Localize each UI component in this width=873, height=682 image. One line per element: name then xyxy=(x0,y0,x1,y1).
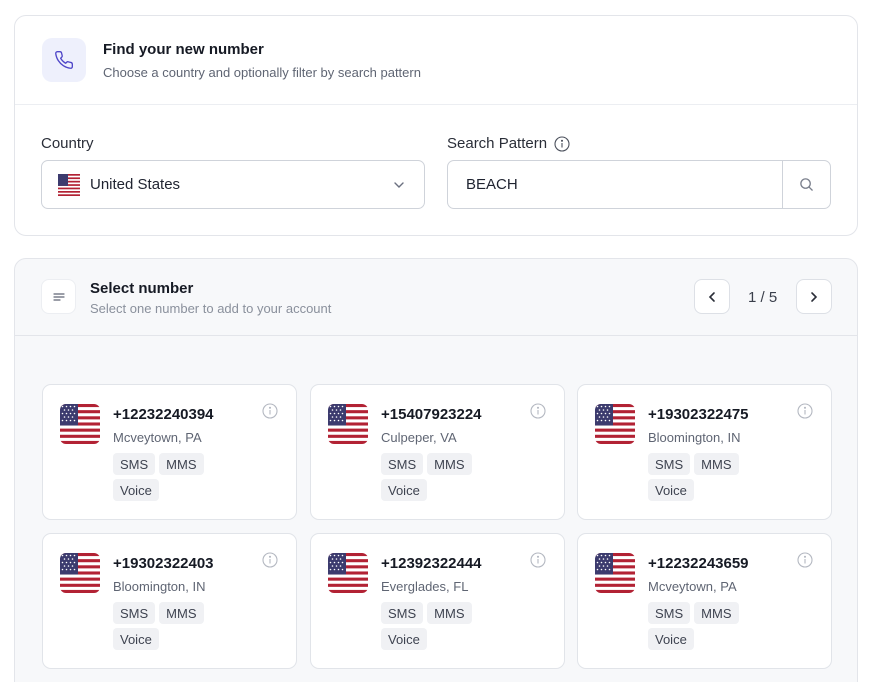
search-pattern-field xyxy=(447,160,831,209)
us-flag-icon xyxy=(60,553,100,593)
capability-tag: MMS xyxy=(427,453,472,475)
capability-tag: SMS xyxy=(648,602,691,624)
capability-tags: SMS MMS Voice xyxy=(113,453,243,501)
capability-tag: Voice xyxy=(648,479,694,501)
capability-tag: SMS xyxy=(113,453,156,475)
phone-number: +19302322475 xyxy=(648,406,749,423)
country-label-text: Country xyxy=(41,135,94,152)
phone-number: +12392322444 xyxy=(381,555,482,572)
number-card[interactable]: +15407923224 Culpeper, VA SMS MMS Voice xyxy=(310,384,565,520)
capability-tag: Voice xyxy=(113,479,159,501)
number-location: Bloomington, IN xyxy=(648,430,741,445)
select-number-card: Select number Select one number to add t… xyxy=(14,258,858,682)
list-icon xyxy=(41,279,76,314)
phone-number: +19302322403 xyxy=(113,555,214,572)
next-page-button[interactable] xyxy=(796,279,832,314)
number-location: Mcveytown, PA xyxy=(648,579,737,594)
number-card[interactable]: +19302322403 Bloomington, IN SMS MMS Voice xyxy=(42,533,297,669)
number-card[interactable]: +12232240394 Mcveytown, PA SMS MMS Voice xyxy=(42,384,297,520)
capability-tags: SMS MMS Voice xyxy=(113,602,243,650)
capability-tag: MMS xyxy=(694,602,739,624)
us-flag-icon xyxy=(328,404,368,444)
capability-tag: SMS xyxy=(381,453,424,475)
us-flag-icon xyxy=(60,404,100,444)
info-icon[interactable] xyxy=(530,552,546,573)
us-flag-icon xyxy=(58,173,80,196)
capability-tag: MMS xyxy=(427,602,472,624)
search-icon xyxy=(800,178,813,191)
phone-icon xyxy=(42,38,86,82)
us-flag-icon xyxy=(595,404,635,444)
capability-tags: SMS MMS Voice xyxy=(648,602,778,650)
chevron-left-icon xyxy=(708,291,715,302)
find-number-title: Find your new number xyxy=(103,41,264,58)
capability-tag: SMS xyxy=(113,602,156,624)
number-location: Everglades, FL xyxy=(381,579,469,594)
country-select-value: United States xyxy=(90,176,181,193)
number-card[interactable]: +12232243659 Mcveytown, PA SMS MMS Voice xyxy=(577,533,832,669)
capability-tags: SMS MMS Voice xyxy=(381,602,511,650)
us-flag-icon xyxy=(595,553,635,593)
capability-tags: SMS MMS Voice xyxy=(381,453,511,501)
search-pattern-label-text: Search Pattern xyxy=(447,135,548,152)
capability-tag: SMS xyxy=(381,602,424,624)
chevron-right-icon xyxy=(811,291,818,302)
info-icon[interactable] xyxy=(530,403,546,424)
info-icon[interactable] xyxy=(554,135,570,152)
info-icon[interactable] xyxy=(262,552,278,573)
previous-page-button[interactable] xyxy=(694,279,730,314)
capability-tag: Voice xyxy=(381,479,427,501)
capability-tag: MMS xyxy=(159,602,204,624)
phone-number: +12232240394 xyxy=(113,406,214,423)
number-card[interactable]: +19302322475 Bloomington, IN SMS MMS Voice xyxy=(577,384,832,520)
find-number-header: Find your new number Choose a country an… xyxy=(15,16,857,105)
pagination-indicator: 1 / 5 xyxy=(748,289,778,306)
search-button[interactable] xyxy=(782,161,830,208)
capability-tag: Voice xyxy=(648,628,694,650)
select-number-title: Select number xyxy=(90,280,194,297)
select-number-subtitle: Select one number to add to your account xyxy=(90,301,332,316)
number-location: Mcveytown, PA xyxy=(113,430,202,445)
search-pattern-label: Search Pattern xyxy=(447,135,570,152)
number-card[interactable]: +12392322444 Everglades, FL SMS MMS Voice xyxy=(310,533,565,669)
us-flag-icon xyxy=(328,553,368,593)
capability-tags: SMS MMS Voice xyxy=(648,453,778,501)
capability-tag: SMS xyxy=(648,453,691,475)
country-select[interactable]: United States xyxy=(41,160,425,209)
select-number-header: Select number Select one number to add t… xyxy=(15,259,857,336)
chevron-down-icon xyxy=(394,182,404,188)
search-pattern-input[interactable] xyxy=(448,161,782,208)
capability-tag: MMS xyxy=(694,453,739,475)
info-icon[interactable] xyxy=(797,403,813,424)
phone-number: +12232243659 xyxy=(648,555,749,572)
number-location: Culpeper, VA xyxy=(381,430,457,445)
find-number-card: Find your new number Choose a country an… xyxy=(14,15,858,236)
country-label: Country xyxy=(41,135,94,152)
capability-tag: MMS xyxy=(159,453,204,475)
info-icon[interactable] xyxy=(797,552,813,573)
number-location: Bloomington, IN xyxy=(113,579,206,594)
find-number-subtitle: Choose a country and optionally filter b… xyxy=(103,65,421,80)
info-icon[interactable] xyxy=(262,403,278,424)
capability-tag: Voice xyxy=(113,628,159,650)
capability-tag: Voice xyxy=(381,628,427,650)
phone-number: +15407923224 xyxy=(381,406,482,423)
